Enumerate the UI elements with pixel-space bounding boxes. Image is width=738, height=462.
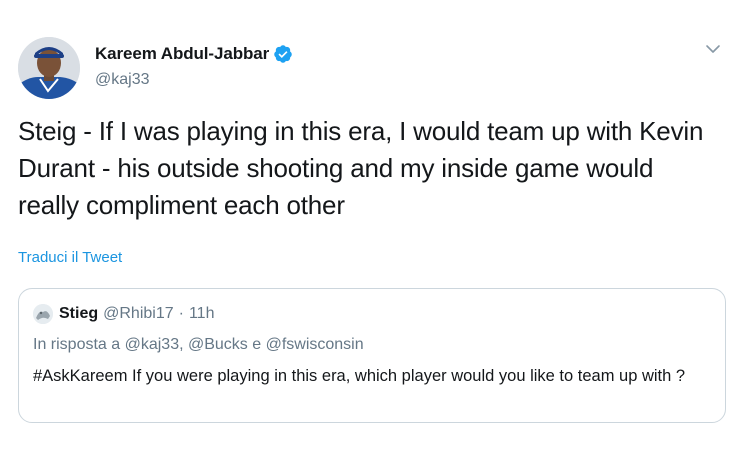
quoted-tweet[interactable]: Stieg @Rhibi17 · 11h In risposta a @kaj3… <box>18 288 726 423</box>
quoted-tweet-text: #AskKareem If you were playing in this e… <box>33 367 686 385</box>
translate-tweet-link[interactable]: Traduci il Tweet <box>18 249 122 266</box>
quoted-author-handle: @Rhibi17 <box>103 305 174 322</box>
tweet-author: Kareem Abdul-Jabbar @kaj33 <box>95 43 293 89</box>
verified-badge-icon <box>273 44 293 64</box>
tweet-text: Steig - If I was playing in this era, I … <box>18 116 704 220</box>
author-display-name[interactable]: Kareem Abdul-Jabbar <box>95 44 269 64</box>
quoted-avatar <box>33 304 53 324</box>
chevron-down-icon[interactable] <box>704 40 722 58</box>
avatar-image <box>18 37 80 99</box>
quoted-tweet-header: Stieg @Rhibi17 · 11h <box>33 304 214 324</box>
meta-separator: · <box>178 305 184 322</box>
author-handle[interactable]: @kaj33 <box>95 71 293 89</box>
quoted-timestamp: 11h <box>188 305 215 322</box>
tweet-card: Kareem Abdul-Jabbar @kaj33 Steig - If I … <box>0 0 738 462</box>
quoted-author-name: Stieg <box>59 305 99 322</box>
avatar[interactable] <box>18 37 80 99</box>
quoted-reply-context: In risposta a @kaj33, @Bucks e @fswiscon… <box>33 336 364 353</box>
